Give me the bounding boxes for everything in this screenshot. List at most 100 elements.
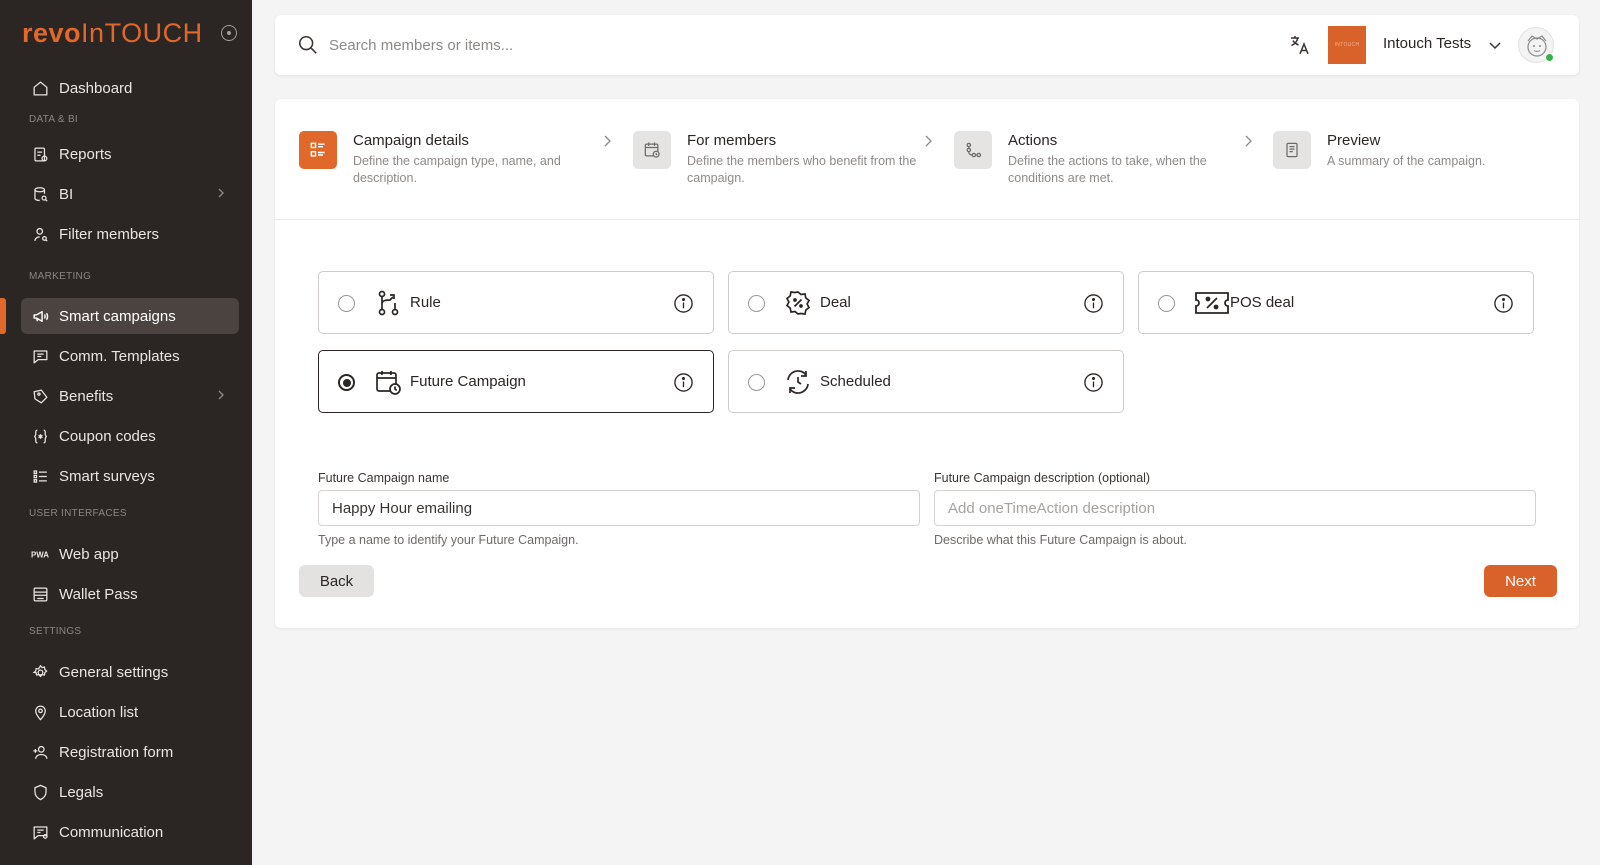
radio-button[interactable] xyxy=(748,374,765,391)
sidebar-item-web-app[interactable]: PWA Web app xyxy=(21,536,239,572)
org-logo-text: INTOUCH xyxy=(1334,42,1360,48)
svg-text:PWA: PWA xyxy=(31,550,49,559)
section-label-data-bi: DATA & BI xyxy=(29,114,79,125)
braces-asterisk-icon xyxy=(30,426,50,446)
step-icon xyxy=(299,131,337,169)
info-icon[interactable] xyxy=(673,293,694,314)
list-check-icon xyxy=(30,466,50,486)
database-search-icon xyxy=(30,184,50,204)
chevron-down-icon[interactable] xyxy=(1488,38,1502,52)
radio-button[interactable] xyxy=(748,295,765,312)
chevron-right-icon xyxy=(925,135,932,147)
home-icon xyxy=(30,78,50,98)
user-search-icon xyxy=(30,224,50,244)
option-label: Scheduled xyxy=(820,373,891,390)
search-input[interactable] xyxy=(329,29,929,61)
sidebar-item-benefits[interactable]: Benefits xyxy=(21,378,239,414)
option-label: Future Campaign xyxy=(410,373,526,390)
step-icon xyxy=(633,131,671,169)
chevron-right-icon xyxy=(1245,135,1252,147)
sidebar-item-filter-members[interactable]: Filter members xyxy=(21,216,239,252)
sidebar: revoInTOUCH Dashboard DATA & BI Reports … xyxy=(0,0,252,865)
shield-icon xyxy=(30,782,50,802)
sidebar-item-communication[interactable]: Communication xyxy=(21,814,239,850)
wallet-pass-icon xyxy=(30,584,50,604)
sidebar-item-bi[interactable]: BI xyxy=(21,176,239,212)
radio-button-selected[interactable] xyxy=(338,374,355,391)
megaphone-icon xyxy=(30,306,50,326)
brand-name-bold: revo xyxy=(22,18,82,48)
campaign-type-scheduled[interactable]: Scheduled xyxy=(728,350,1124,413)
chat-settings-icon xyxy=(30,822,50,842)
online-status-dot xyxy=(1545,53,1554,62)
radio-button[interactable] xyxy=(1158,295,1175,312)
sidebar-item-label: Smart campaigns xyxy=(59,307,176,325)
campaign-type-future-campaign[interactable]: Future Campaign xyxy=(318,350,714,413)
sidebar-item-label: Dashboard xyxy=(59,79,133,97)
search-icon xyxy=(298,35,317,54)
location-pin-icon xyxy=(30,702,50,722)
sidebar-item-label: Web app xyxy=(59,545,119,563)
option-label: Deal xyxy=(820,294,851,311)
step-description: Define the members who benefit from the … xyxy=(687,154,917,185)
sidebar-item-smart-surveys[interactable]: Smart surveys xyxy=(21,458,239,494)
sidebar-item-label: BI xyxy=(59,185,74,203)
step-title: Preview xyxy=(1327,132,1381,149)
brand-logo[interactable]: revoInTOUCH xyxy=(22,18,203,49)
campaign-name-help: Type a name to identify your Future Camp… xyxy=(318,533,579,547)
sidebar-item-dashboard[interactable]: Dashboard xyxy=(21,70,239,106)
sidebar-item-reports[interactable]: Reports xyxy=(21,136,239,172)
org-name[interactable]: Intouch Tests xyxy=(1383,35,1471,52)
brand-name-light: InTOUCH xyxy=(81,18,203,48)
step-title: Actions xyxy=(1008,132,1058,149)
sidebar-item-coupon-codes[interactable]: Coupon codes xyxy=(21,418,239,454)
step-description: Define the actions to take, when the con… xyxy=(1008,154,1207,185)
info-icon[interactable] xyxy=(1493,293,1514,314)
sidebar-item-general-settings[interactable]: General settings xyxy=(21,654,239,690)
sidebar-item-label: Legals xyxy=(59,783,104,801)
campaign-wizard-card: Campaign details Define the campaign typ… xyxy=(275,99,1579,628)
info-icon[interactable] xyxy=(673,372,694,393)
sidebar-item-comm-templates[interactable]: Comm. Templates xyxy=(21,338,239,374)
sidebar-item-label: Smart surveys xyxy=(59,467,155,485)
sidebar-item-registration-form[interactable]: Registration form xyxy=(21,734,239,770)
branch-icon xyxy=(378,290,399,316)
campaign-type-rule[interactable]: Rule xyxy=(318,271,714,334)
campaign-type-pos-deal[interactable]: POS deal xyxy=(1138,271,1534,334)
sidebar-item-smart-campaigns[interactable]: Smart campaigns xyxy=(21,298,239,334)
org-logo[interactable]: INTOUCH xyxy=(1328,26,1366,64)
radio-button[interactable] xyxy=(338,295,355,312)
sidebar-item-label: Registration form xyxy=(59,743,174,761)
top-bar: INTOUCH Intouch Tests xyxy=(275,15,1579,75)
campaign-name-input[interactable] xyxy=(318,490,920,526)
back-button[interactable]: Back xyxy=(299,565,374,597)
message-icon xyxy=(30,346,50,366)
info-icon[interactable] xyxy=(1083,372,1104,393)
sidebar-item-label: Coupon codes xyxy=(59,427,156,445)
details-list-icon xyxy=(310,142,325,157)
sidebar-item-location-list[interactable]: Location list xyxy=(21,694,239,730)
sidebar-item-label: Comm. Templates xyxy=(59,347,180,365)
sidebar-item-label: General settings xyxy=(59,663,169,681)
sidebar-item-label: Reports xyxy=(59,145,112,163)
wizard-stepper: Campaign details Define the campaign typ… xyxy=(275,99,1579,220)
sidebar-item-label: Communication xyxy=(59,823,164,841)
sidebar-collapse-icon[interactable] xyxy=(221,25,237,41)
sidebar-item-wallet-pass[interactable]: Wallet Pass xyxy=(21,576,239,612)
refresh-clock-icon xyxy=(787,370,809,394)
chevron-right-icon xyxy=(218,390,224,400)
campaign-type-deal[interactable]: Deal xyxy=(728,271,1124,334)
option-label: POS deal xyxy=(1230,294,1295,311)
sidebar-item-label: Filter members xyxy=(59,225,160,243)
next-button[interactable]: Next xyxy=(1484,565,1557,597)
option-label: Rule xyxy=(410,294,441,311)
campaign-description-input[interactable] xyxy=(934,490,1536,526)
sidebar-item-legals[interactable]: Legals xyxy=(21,774,239,810)
section-label-settings: SETTINGS xyxy=(29,626,82,637)
avatar[interactable] xyxy=(1518,27,1554,63)
tag-icon xyxy=(30,386,50,406)
info-icon[interactable] xyxy=(1083,293,1104,314)
translate-icon[interactable] xyxy=(1288,33,1312,57)
sidebar-item-label: Benefits xyxy=(59,387,114,405)
document-icon xyxy=(1286,142,1298,158)
